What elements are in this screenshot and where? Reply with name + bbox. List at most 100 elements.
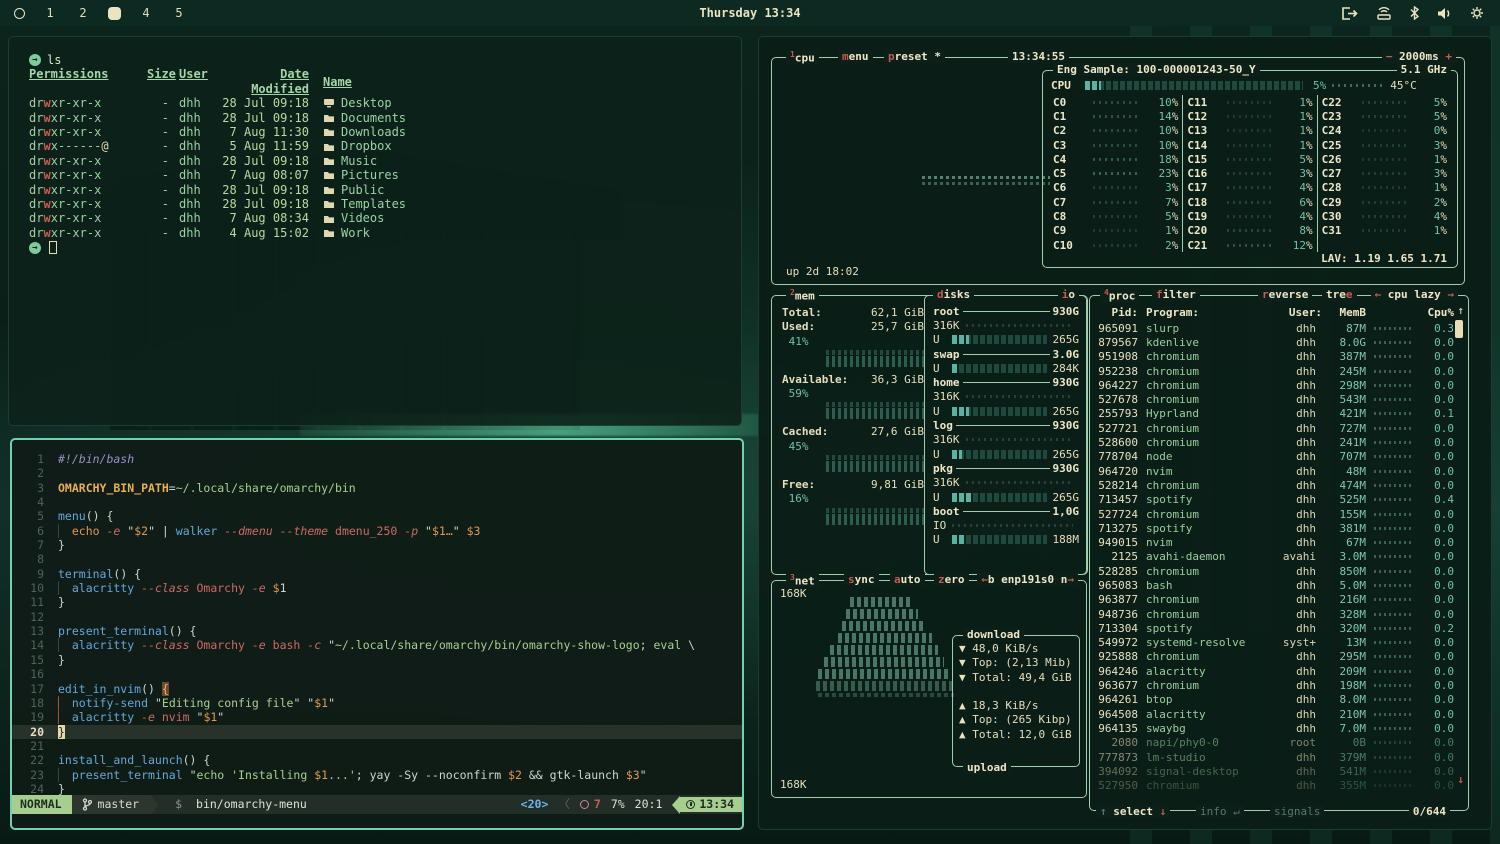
nvim-line-8: 8 — [12, 552, 742, 566]
net-zero-button[interactable]: zero — [934, 573, 969, 586]
ls-header: Size — [147, 67, 179, 96]
proc-row-chromium[interactable]: 528600chromiumdhh241M0.0 — [1096, 435, 1454, 449]
logout-icon[interactable] — [1341, 7, 1358, 20]
network-icon[interactable] — [1376, 7, 1392, 20]
permissions: drwxr-xr-x — [29, 211, 147, 225]
net-sync-button[interactable]: sync — [844, 573, 879, 586]
proc-scrollbar-thumb[interactable] — [1455, 320, 1463, 338]
prompt-arrow-icon: → — [29, 242, 41, 254]
proc-filter-button[interactable]: filter — [1152, 288, 1200, 301]
proc-row-chromium[interactable]: 951908chromiumdhh387M0.0 — [1096, 350, 1454, 364]
proc-footer-signals[interactable]: signals — [1270, 805, 1324, 818]
proc-row-chromium[interactable]: 925888chromiumdhh295M0.0 — [1096, 650, 1454, 664]
col-user[interactable]: User: — [1274, 306, 1322, 319]
proc-row-node[interactable]: 778704nodedhh707M0.0 — [1096, 450, 1454, 464]
proc-row-chromium[interactable]: 527950chromiumdhh355M0.0 — [1096, 779, 1454, 793]
nvim-window[interactable]: 1#!/bin/bash23OMARCHY_BIN_PATH=~/.local/… — [10, 438, 744, 830]
proc-row-chromium[interactable]: 527724chromiumdhh155M0.0 — [1096, 507, 1454, 521]
proc-row-slurp[interactable]: 965091slurpdhh87M0.3 — [1096, 321, 1454, 335]
cpu-core-box: Eng Sample: 100-000001243-50_Y 5.1 GHz C… — [1042, 70, 1458, 268]
net-box-title[interactable]: 3net — [786, 573, 819, 588]
terminal-window-ls[interactable]: → ls PermissionsSizeUserDate ModifiedNam… — [8, 36, 742, 426]
col-cpu[interactable]: Cpu% — [1422, 306, 1454, 319]
scroll-up-icon[interactable]: ↑ — [1457, 304, 1464, 317]
proc-sort-selector[interactable]: ← cpu lazy → — [1371, 288, 1458, 301]
proc-row-spotify[interactable]: 713304spotifydhh320M0.2 — [1096, 621, 1454, 635]
proc-row-chromium[interactable]: 963877chromiumdhh216M0.0 — [1096, 593, 1454, 607]
proc-row-systemd-resolve[interactable]: 549972systemd-resolvesyst+13M0.0 — [1096, 636, 1454, 650]
line-number: 18 — [12, 696, 58, 710]
core-c7: C77% — [1053, 195, 1178, 209]
proc-box-title[interactable]: 4proc — [1100, 288, 1139, 303]
proc-row-chromium[interactable]: 963677chromiumdhh198M0.0 — [1096, 678, 1454, 692]
btop-window[interactable]: 1cpu menu preset * 13:34:55 − 2000ms + u… — [758, 36, 1492, 830]
settings-icon[interactable] — [1470, 6, 1484, 20]
proc-footer-select[interactable]: ↑ select ↓ — [1096, 805, 1170, 818]
proc-row-chromium[interactable]: 527721chromiumdhh727M0.0 — [1096, 421, 1454, 435]
io-toggle[interactable]: io — [1058, 288, 1079, 301]
proc-row-napi/phy0-0[interactable]: 2080napi/phy0-0root0B0.0 — [1096, 736, 1454, 750]
file-name: Dropbox — [323, 139, 392, 153]
proc-row-swaybg[interactable]: 964135swaybgdhh7.0M0.0 — [1096, 721, 1454, 735]
proc-row-spotify[interactable]: 713275spotifydhh381M0.0 — [1096, 521, 1454, 535]
proc-row-nvim[interactable]: 949015nvimdhh67M0.0 — [1096, 535, 1454, 549]
terminal-prompt-line-2[interactable]: → — [29, 241, 741, 254]
col-program[interactable]: Program: — [1146, 306, 1274, 319]
core-c25: C253% — [1322, 138, 1447, 152]
net-auto-button[interactable]: auto — [890, 573, 925, 586]
proc-row-nvim[interactable]: 964720nvimdhh48M0.0 — [1096, 464, 1454, 478]
scroll-down-icon[interactable]: ↓ — [1457, 773, 1464, 786]
documents-icon — [323, 113, 336, 123]
mem-box-title[interactable]: 2mem — [786, 288, 819, 303]
proc-row-chromium[interactable]: 964227chromiumdhh298M0.0 — [1096, 378, 1454, 392]
proc-row-signal-desktop[interactable]: 394092signal-desktopdhh541M0.0 — [1096, 764, 1454, 778]
cpu-box-title[interactable]: 1cpu — [786, 50, 819, 65]
volume-icon[interactable] — [1437, 7, 1452, 20]
nvim-line-3: 3OMARCHY_BIN_PATH=~/.local/share/omarchy… — [12, 481, 742, 495]
disk-used-row: U 265G — [933, 404, 1079, 418]
line-number: 17 — [12, 682, 58, 696]
proc-row-alacritty[interactable]: 964246alacrittydhh209M0.0 — [1096, 664, 1454, 678]
proc-row-Hyprland[interactable]: 255793Hyprlanddhh421M0.1 — [1096, 407, 1454, 421]
date-modified: 28 Jul 09:18 — [219, 197, 323, 211]
col-memb[interactable]: MemB — [1322, 306, 1366, 319]
nvim-line-1: 1#!/bin/bash — [12, 452, 742, 466]
proc-row-lm-studio[interactable]: 777873lm-studiodhh379M0.0 — [1096, 750, 1454, 764]
proc-row-chromium[interactable]: 528285chromiumdhh850M0.0 — [1096, 564, 1454, 578]
menu-button[interactable]: menu — [838, 50, 873, 63]
proc-tree-button[interactable]: tree — [1322, 288, 1357, 301]
scroll-percent: 7% — [611, 797, 625, 811]
file-name: Documents — [323, 111, 406, 125]
proc-reverse-button[interactable]: reverse — [1258, 288, 1312, 301]
proc-row-avahi-daemon[interactable]: 2125avahi-daemonavahi3.0M0.0 — [1096, 550, 1454, 564]
date-modified: 4 Aug 15:02 — [219, 226, 323, 240]
proc-row-chromium[interactable]: 528214chromiumdhh474M0.0 — [1096, 478, 1454, 492]
nvim-buffer[interactable]: 1#!/bin/bash23OMARCHY_BIN_PATH=~/.local/… — [12, 452, 742, 796]
core-c6: C63% — [1053, 181, 1178, 195]
videos-icon — [323, 214, 336, 224]
btop-cpu-box: 1cpu menu preset * 13:34:55 − 2000ms + u… — [771, 57, 1465, 285]
disks-box-title[interactable]: disks — [933, 288, 974, 301]
download-speed: ▼ 48,0 KiB/s — [959, 642, 1073, 656]
col-pid[interactable]: Pid: — [1096, 306, 1146, 319]
preset-button[interactable]: preset * — [884, 50, 945, 63]
permissions: drwxr-xr-x — [29, 111, 147, 125]
proc-row-chromium[interactable]: 948736chromiumdhh328M0.0 — [1096, 607, 1454, 621]
proc-row-chromium[interactable]: 527678chromiumdhh543M0.0 — [1096, 392, 1454, 406]
proc-row-kdenlive[interactable]: 879567kdenlivedhh8.0G0.0 — [1096, 335, 1454, 349]
proc-row-btop[interactable]: 964261btopdhh8.0M0.0 — [1096, 693, 1454, 707]
line-number: 16 — [12, 667, 58, 681]
proc-row-chromium[interactable]: 952238chromiumdhh245M0.0 — [1096, 364, 1454, 378]
net-interface-selector[interactable]: ←b enp191s0 n→ — [977, 573, 1078, 586]
update-interval[interactable]: − 2000ms + — [1382, 50, 1456, 63]
size: - — [147, 96, 179, 110]
proc-row-bash[interactable]: 965083bashdhh5.0M0.0 — [1096, 578, 1454, 592]
core-c29: C292% — [1322, 195, 1447, 209]
proc-row-alacritty[interactable]: 964508alacrittydhh210M0.0 — [1096, 707, 1454, 721]
line-number: 11 — [12, 595, 58, 609]
proc-footer-info[interactable]: info ↵ — [1196, 805, 1244, 818]
core-c3: C310% — [1053, 138, 1178, 152]
proc-row-spotify[interactable]: 713457spotifydhh525M0.4 — [1096, 493, 1454, 507]
mem-graph — [826, 408, 924, 419]
bluetooth-icon[interactable] — [1410, 6, 1419, 20]
